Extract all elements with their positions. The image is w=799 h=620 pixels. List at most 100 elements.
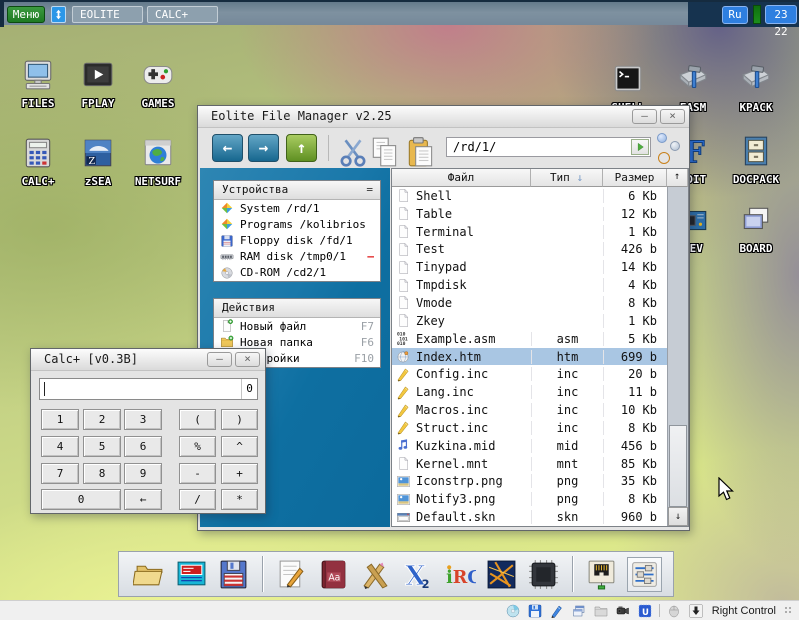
dock-item-floppy-tool[interactable] bbox=[217, 558, 250, 591]
calc-key-divide[interactable]: / bbox=[179, 489, 216, 510]
desktop-icon-board[interactable]: BOARD bbox=[728, 203, 784, 255]
scrollbar-thumb[interactable] bbox=[669, 425, 687, 507]
dock-item-games[interactable]: X2 bbox=[401, 558, 434, 591]
file-row-tmpdisk[interactable]: Tmpdisk 4 Kb bbox=[392, 276, 667, 294]
dock-item-settings[interactable] bbox=[627, 556, 662, 592]
file-row-notify3-png[interactable]: Notify3.png png 8 Kb bbox=[392, 490, 667, 508]
forward-button[interactable]: → bbox=[248, 134, 279, 162]
gray-ball-button[interactable] bbox=[670, 141, 680, 151]
cpu-load-indicator[interactable] bbox=[753, 5, 761, 24]
calc-key-backspace[interactable]: ← bbox=[124, 489, 162, 510]
statusbar-item-pen[interactable] bbox=[549, 603, 565, 619]
file-row-vmode[interactable]: Vmode 8 Kb bbox=[392, 294, 667, 312]
up-button[interactable]: ↑ bbox=[286, 134, 317, 162]
calc-key-1[interactable]: 1 bbox=[41, 409, 79, 430]
dock-item-graphics-editor[interactable] bbox=[359, 558, 392, 591]
statusbar-item-keyboard-layout-switch[interactable] bbox=[688, 603, 704, 619]
dock-item-irc-client[interactable]: iRC bbox=[443, 558, 476, 591]
desktop-icon-kpack[interactable]: KPACK bbox=[728, 62, 784, 114]
calc-key-plus[interactable]: + bbox=[221, 463, 258, 484]
statusbar-item-camera[interactable] bbox=[615, 603, 631, 619]
column-header-size[interactable]: Размер bbox=[603, 169, 667, 187]
column-header-name[interactable]: Файл bbox=[392, 169, 531, 187]
file-row-macros-inc[interactable]: Macros.inc inc 10 Kb bbox=[392, 401, 667, 419]
device-item-floppy-disk-fd-1[interactable]: Floppy disk /fd/1 bbox=[214, 232, 380, 248]
devices-menu-button[interactable]: = bbox=[366, 181, 373, 199]
scroll-up-button[interactable]: ↑ bbox=[667, 169, 688, 187]
calc-key-2[interactable]: 2 bbox=[83, 409, 121, 430]
window-switch-button[interactable] bbox=[51, 6, 66, 23]
file-row-lang-inc[interactable]: Lang.inc inc 11 b bbox=[392, 383, 667, 401]
taskbar-window-eolite[interactable]: EOLITE bbox=[72, 6, 143, 23]
file-row-struct-inc[interactable]: Struct.inc inc 8 Kb bbox=[392, 419, 667, 437]
file-row-kuzkina-mid[interactable]: Kuzkina.mid mid 456 b bbox=[392, 437, 667, 455]
calc-key-percent[interactable]: % bbox=[179, 436, 216, 457]
calc-key-close-paren[interactable]: ) bbox=[221, 409, 258, 430]
go-button[interactable] bbox=[631, 139, 649, 155]
calc-key-minus[interactable]: - bbox=[179, 463, 216, 484]
file-row-terminal[interactable]: Terminal 1 Kb bbox=[392, 223, 667, 241]
calc-key-0[interactable]: 0 bbox=[41, 489, 121, 510]
calc-key-9[interactable]: 9 bbox=[124, 463, 162, 484]
resize-grip[interactable] bbox=[784, 606, 793, 615]
dock-item-file-manager[interactable] bbox=[133, 558, 166, 591]
desktop-icon-files[interactable]: FILES bbox=[10, 58, 66, 110]
device-item-cd-rom-cd2-1[interactable]: CD-ROM /cd2/1 bbox=[214, 265, 380, 281]
file-row-example-asm[interactable]: 010 101 010 Example.asm asm 5 Kb bbox=[392, 330, 667, 348]
orange-ball-button[interactable] bbox=[658, 152, 670, 164]
calc-key-power[interactable]: ^ bbox=[221, 436, 258, 457]
calc-display-input[interactable]: 0 bbox=[39, 378, 258, 400]
eolite-titlebar[interactable]: Eolite File Manager v2.25 – × bbox=[198, 106, 689, 128]
dock-item-network[interactable] bbox=[585, 558, 618, 591]
statusbar-item-usb[interactable]: U bbox=[637, 603, 653, 619]
desktop-icon-netsurf[interactable]: NETSURF bbox=[130, 136, 186, 188]
file-row-config-inc[interactable]: Config.inc inc 20 b bbox=[392, 365, 667, 383]
dock-item-dictionary[interactable]: Aa bbox=[317, 558, 350, 591]
calc-key-8[interactable]: 8 bbox=[83, 463, 121, 484]
calc-close-button[interactable]: × bbox=[235, 352, 260, 367]
calc-key-open-paren[interactable]: ( bbox=[179, 409, 216, 430]
calc-key-4[interactable]: 4 bbox=[41, 436, 79, 457]
device-item-ram-disk-tmp0-1[interactable]: RAM disk /tmp0/1 – bbox=[214, 249, 380, 265]
unmount-button[interactable]: – bbox=[367, 250, 374, 263]
desktop-icon-calc[interactable]: CALC+ bbox=[10, 136, 66, 188]
file-row-test[interactable]: Test 426 b bbox=[392, 241, 667, 259]
path-input[interactable]: /rd/1/ bbox=[446, 137, 651, 157]
statusbar-item-save[interactable] bbox=[527, 603, 543, 619]
calc-key-7[interactable]: 7 bbox=[41, 463, 79, 484]
taskbar-window-calc[interactable]: CALC+ bbox=[147, 6, 218, 23]
desktop-icon-games[interactable]: GAMES bbox=[130, 58, 186, 110]
statusbar-item-mouse[interactable] bbox=[666, 603, 682, 619]
dock-item-text-editor[interactable] bbox=[275, 558, 308, 591]
column-header-type[interactable]: Тип ↓ bbox=[531, 169, 603, 187]
action-item-[interactable]: Новый файл F7 bbox=[214, 318, 380, 334]
blue-ball-button[interactable] bbox=[657, 133, 667, 143]
file-row-kernel-mnt[interactable]: Kernel.mnt mnt 85 Kb bbox=[392, 455, 667, 473]
copy-button[interactable] bbox=[368, 135, 397, 167]
statusbar-item-windows[interactable] bbox=[571, 603, 587, 619]
device-item-system-rd-1[interactable]: System /rd/1 bbox=[214, 200, 380, 216]
statusbar-item-folder[interactable] bbox=[593, 603, 609, 619]
file-row-zkey[interactable]: Zkey 1 Kb bbox=[392, 312, 667, 330]
file-row-default-skn[interactable]: Default.skn skn 960 b bbox=[392, 508, 667, 526]
file-row-iconstrp-png[interactable]: Iconstrp.png png 35 Kb bbox=[392, 473, 667, 491]
scrollbar-track[interactable]: ↓ bbox=[667, 187, 688, 526]
calc-key-multiply[interactable]: * bbox=[221, 489, 258, 510]
desktop-icon-fplay[interactable]: FPLAY bbox=[70, 58, 126, 110]
cut-button[interactable] bbox=[336, 135, 366, 167]
calc-key-6[interactable]: 6 bbox=[124, 436, 162, 457]
dock-item-system-monitor[interactable] bbox=[175, 558, 208, 591]
file-row-index-htm[interactable]: Index.htm htm 699 b bbox=[392, 347, 667, 366]
minimize-button[interactable]: – bbox=[632, 109, 657, 124]
device-item-programs-kolibrios[interactable]: Programs /kolibrios bbox=[214, 216, 380, 232]
calc-key-3[interactable]: 3 bbox=[124, 409, 162, 430]
close-button[interactable]: × bbox=[660, 109, 685, 124]
paste-button[interactable] bbox=[404, 135, 433, 167]
back-button[interactable]: ← bbox=[212, 134, 243, 162]
calc-key-5[interactable]: 5 bbox=[83, 436, 121, 457]
desktop-icon-docpack[interactable]: DOCPACK bbox=[728, 134, 784, 186]
calc-minimize-button[interactable]: – bbox=[207, 352, 232, 367]
file-row-tinypad[interactable]: Tinypad 14 Kb bbox=[392, 258, 667, 276]
calc-titlebar[interactable]: Calc+ [v0.3B] – × bbox=[31, 349, 265, 371]
file-row-shell[interactable]: Shell 6 Kb bbox=[392, 187, 667, 205]
